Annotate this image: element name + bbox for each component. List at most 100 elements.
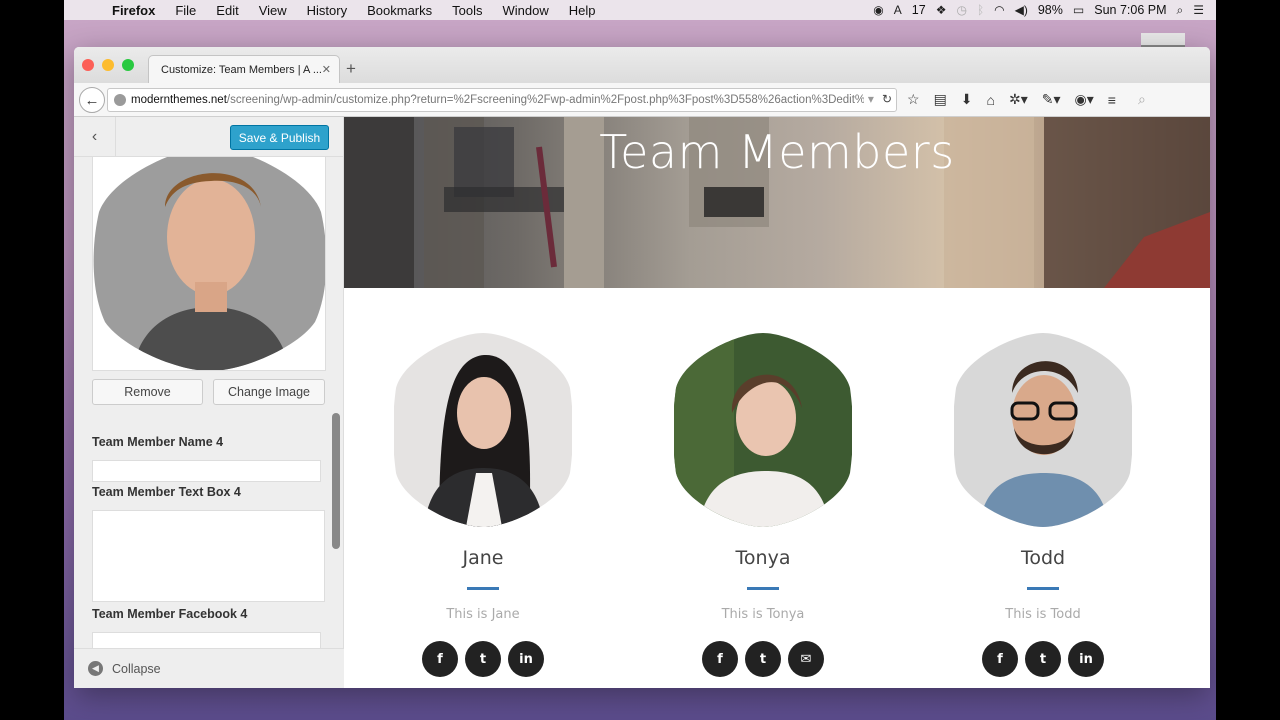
eyedropper-icon[interactable]: ✎▾ xyxy=(1042,91,1061,108)
twitter-icon[interactable]: t xyxy=(745,641,781,677)
minimize-window-button[interactable] xyxy=(102,59,114,71)
toolbar-icons: ☆ ▤ ⬇ ⌂ ✲▾ ✎▾ ◉▾ ≡ ⌕ xyxy=(907,91,1146,108)
menu-file[interactable]: File xyxy=(165,3,206,18)
remove-image-button[interactable]: Remove xyxy=(92,379,203,405)
reading-list-icon[interactable]: ▤ xyxy=(934,91,947,108)
background-window-fragment xyxy=(1141,33,1185,47)
nav-bar: ← modernthemes.net /screening/wp-admin/c… xyxy=(74,83,1210,117)
collapse-sidebar-button[interactable]: ◀ Collapse xyxy=(74,648,344,688)
twitter-icon[interactable]: t xyxy=(465,641,501,677)
reload-icon[interactable]: ↻ xyxy=(882,92,892,106)
member-divider xyxy=(747,587,779,590)
url-dropdown-icon[interactable]: ▾ xyxy=(868,92,874,106)
url-bar[interactable]: modernthemes.net /screening/wp-admin/cus… xyxy=(107,88,897,112)
member-4-photo xyxy=(93,157,325,370)
battery-icon[interactable]: ▭ xyxy=(1073,3,1084,17)
todd-portrait xyxy=(954,333,1132,527)
record-icon[interactable]: ◉ xyxy=(873,3,883,17)
adobe-icon[interactable]: A xyxy=(894,3,902,17)
home-icon[interactable]: ⌂ xyxy=(987,92,995,108)
hero-title: Team Members xyxy=(599,125,955,179)
menu-tools[interactable]: Tools xyxy=(442,3,492,18)
window-controls xyxy=(82,59,134,71)
member-divider xyxy=(1027,587,1059,590)
member-text: This is Todd xyxy=(1005,607,1081,622)
member-social: f t ✉ xyxy=(673,641,853,677)
menu-window[interactable]: Window xyxy=(493,3,559,18)
member-name: Jane xyxy=(462,547,504,569)
member-image-preview xyxy=(92,157,326,371)
member-name-label: Team Member Name 4 xyxy=(92,435,224,449)
linkedin-icon[interactable]: in xyxy=(1068,641,1104,677)
bookmark-star-icon[interactable]: ☆ xyxy=(907,91,920,108)
downloads-icon[interactable]: ⬇ xyxy=(961,91,973,108)
zoom-window-button[interactable] xyxy=(122,59,134,71)
wifi-icon[interactable]: ◠ xyxy=(994,3,1004,17)
facebook-icon[interactable]: f xyxy=(702,641,738,677)
menu-help[interactable]: Help xyxy=(559,3,606,18)
customizer-controls: Remove Change Image Team Member Name 4 T… xyxy=(74,157,334,648)
tab-customize[interactable]: Customize: Team Members | A ... ✕ xyxy=(148,55,340,83)
member-social: f t in xyxy=(393,641,573,677)
site-preview: Team Members Jane This is Jane f t in To… xyxy=(344,117,1210,688)
member-facebook-label: Team Member Facebook 4 xyxy=(92,607,248,621)
change-image-button[interactable]: Change Image xyxy=(213,379,325,405)
menubar-status: ◉ A 17 ❖ ◷ ᛒ ◠ ◀) 98% ▭ Sun 7:06 PM ⌕ ☰ xyxy=(873,3,1216,18)
tab-close-icon[interactable]: ✕ xyxy=(322,63,331,76)
collapse-arrow-icon: ◀ xyxy=(88,661,103,676)
spotlight-icon[interactable]: ⌕ xyxy=(1177,3,1184,18)
clock[interactable]: Sun 7:06 PM xyxy=(1094,3,1166,17)
hero-banner: Team Members xyxy=(344,117,1210,288)
bluetooth-icon[interactable]: ᛒ xyxy=(977,3,984,17)
twitter-icon[interactable]: t xyxy=(1025,641,1061,677)
customizer-back-button[interactable]: ‹ xyxy=(74,117,116,157)
menu-history[interactable]: History xyxy=(297,3,357,18)
addon-icon[interactable]: ◉▾ xyxy=(1075,91,1094,108)
site-identity-icon[interactable] xyxy=(114,94,126,106)
menu-app-name[interactable]: Firefox xyxy=(102,3,165,18)
url-actions: ▾ ↻ xyxy=(863,92,892,106)
member-name: Todd xyxy=(1020,547,1066,569)
member-photo xyxy=(674,333,852,527)
team-member-card: Jane This is Jane f t in xyxy=(393,333,573,677)
jane-portrait xyxy=(394,333,572,527)
collapse-label: Collapse xyxy=(112,661,161,676)
member-photo xyxy=(394,333,572,527)
member-text-textarea[interactable] xyxy=(92,510,325,602)
email-icon[interactable]: ✉ xyxy=(788,641,824,677)
member-divider xyxy=(467,587,499,590)
menu-hamburger-icon[interactable]: ≡ xyxy=(1108,92,1116,108)
tab-title: Customize: Team Members | A ... xyxy=(161,63,322,76)
dropbox-icon[interactable]: ❖ xyxy=(936,3,947,17)
search-icon[interactable]: ⌕ xyxy=(1138,91,1146,108)
extension-icon[interactable]: ✲▾ xyxy=(1009,91,1028,108)
menu-bookmarks[interactable]: Bookmarks xyxy=(357,3,442,18)
notification-center-icon[interactable]: ☰ xyxy=(1193,3,1204,17)
member-name: Tonya xyxy=(735,547,791,569)
notification-count: 17 xyxy=(911,3,926,17)
customizer-sidebar: ‹ Save & Publish Remove Change Image Tea… xyxy=(74,117,344,688)
facebook-icon[interactable]: f xyxy=(422,641,458,677)
url-path: /screening/wp-admin/customize.php?return… xyxy=(226,94,878,106)
member-photo xyxy=(954,333,1132,527)
tonya-portrait xyxy=(674,333,852,527)
member-facebook-input[interactable] xyxy=(92,632,321,648)
member-name-input[interactable] xyxy=(92,460,321,482)
back-button[interactable]: ← xyxy=(79,87,105,113)
time-machine-icon[interactable]: ◷ xyxy=(956,3,966,17)
menu-view[interactable]: View xyxy=(249,3,297,18)
mac-menubar: Firefox File Edit View History Bookmarks… xyxy=(64,0,1216,20)
back-arrow-icon: ← xyxy=(84,91,100,109)
member-social: f t in xyxy=(953,641,1133,677)
facebook-icon[interactable]: f xyxy=(982,641,1018,677)
save-publish-button[interactable]: Save & Publish xyxy=(230,125,329,150)
letterbox-left xyxy=(0,0,64,720)
browser-window: Customize: Team Members | A ... ✕ + ← mo… xyxy=(74,47,1210,688)
menu-edit[interactable]: Edit xyxy=(206,3,248,18)
close-window-button[interactable] xyxy=(82,59,94,71)
volume-icon[interactable]: ◀) xyxy=(1015,3,1028,17)
linkedin-icon[interactable]: in xyxy=(508,641,544,677)
new-tab-button[interactable]: + xyxy=(346,59,356,79)
letterbox-right xyxy=(1216,0,1280,720)
sidebar-scrollbar[interactable] xyxy=(332,413,340,549)
